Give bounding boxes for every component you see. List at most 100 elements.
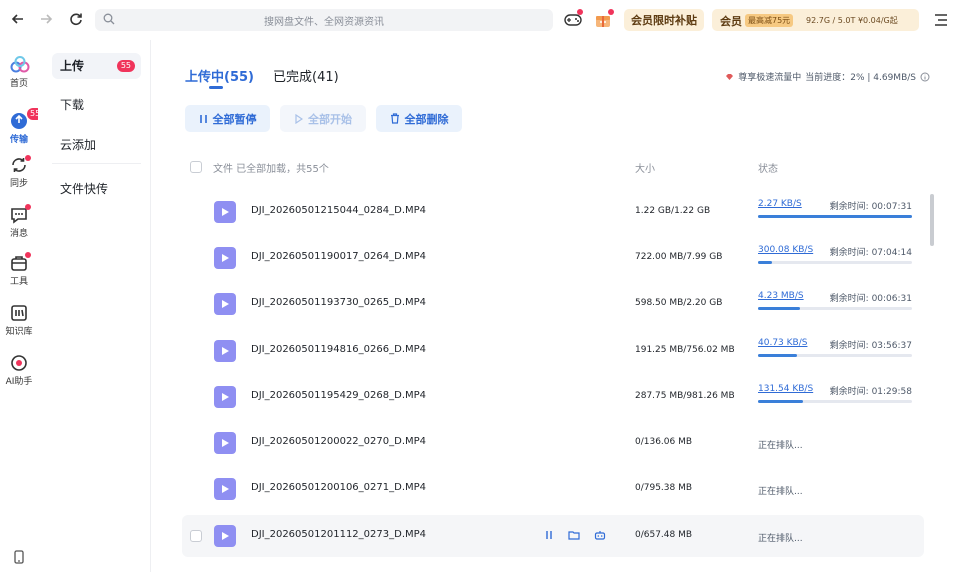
column-status-header: 状态 — [758, 164, 778, 175]
rail-item-tools[interactable]: 工具 — [0, 252, 38, 287]
file-size: 598.50 MB/2.20 GB — [635, 298, 723, 308]
home-cloud-icon — [10, 56, 30, 73]
video-file-icon — [214, 340, 236, 362]
table-row[interactable]: DJI_20260501200022_0270_D.MP4 0/136.06 M… — [182, 422, 924, 464]
top-bar: 搜网盘文件、全网资源资讯 会员限时补贴 会员 最高减75元 92.7G / 5.… — [0, 0, 964, 40]
rail-item-device[interactable] — [0, 550, 38, 568]
rail-item-knowledge[interactable]: 知识库 — [0, 304, 38, 337]
table-row[interactable]: DJI_20260501190017_0264_D.MP4 722.00 MB/… — [182, 237, 924, 279]
start-all-button[interactable]: 全部开始 — [280, 105, 366, 132]
select-all-checkbox[interactable] — [190, 161, 202, 173]
tab-uploading[interactable]: 上传中(55) — [185, 66, 254, 85]
arrow-left-icon — [11, 14, 23, 24]
sidebar-item-label: 下载 — [60, 98, 85, 112]
play-icon — [295, 113, 303, 124]
upload-speed: 40.73 KB/S — [758, 338, 808, 348]
rail-label: AI助手 — [5, 377, 33, 387]
gift-button[interactable] — [592, 9, 614, 31]
table-row[interactable]: DJI_20260501215044_0284_D.MP4 1.22 GB/1.… — [182, 191, 924, 233]
refresh-icon — [70, 13, 82, 26]
rail-item-home[interactable]: 首页 — [0, 56, 38, 89]
table-row[interactable]: DJI_20260501195429_0268_D.MP4 287.75 MB/… — [182, 376, 924, 418]
file-size: 191.25 MB/756.02 MB — [635, 345, 735, 355]
notification-dot — [25, 252, 31, 258]
upload-speed-status: 尊享极速流量中 当前进度：2% | 4.69MB/S — [725, 70, 930, 83]
time-remaining: 剩余时间: 07:04:14 — [829, 248, 912, 258]
left-rail: 首页 55 传输 同步 消息 工具 知识库 AI助手 — [0, 40, 44, 572]
sidebar-item-upload[interactable]: 上传 55 — [52, 53, 141, 79]
time-remaining: 剩余时间: 01:29:58 — [829, 387, 912, 397]
speed-mode-text: 尊享极速流量中 — [738, 73, 802, 83]
forward-button[interactable] — [36, 9, 56, 29]
main-panel: 上传中(55) 已完成(41) 尊享极速流量中 当前进度：2% | 4.69MB… — [152, 40, 964, 572]
progress-bar — [758, 261, 912, 264]
video-file-icon — [214, 525, 236, 547]
menu-button[interactable] — [930, 9, 952, 31]
progress-bar — [758, 400, 912, 403]
notification-dot — [608, 9, 614, 15]
search-input[interactable]: 搜网盘文件、全网资源资讯 — [95, 9, 553, 31]
file-size: 0/795.38 MB — [635, 483, 693, 493]
file-name: DJI_20260501193730_0265_D.MP4 — [251, 297, 427, 308]
row-checkbox[interactable] — [190, 530, 202, 542]
sidebar-item-download[interactable]: 下载 — [52, 92, 141, 118]
queued-status: 正在排队... — [758, 534, 803, 544]
progress-text: 当前进度：2% | 4.69MB/S — [805, 73, 916, 83]
file-size: 0/657.48 MB — [635, 530, 693, 540]
upload-speed: 2.27 KB/S — [758, 199, 802, 209]
vip-status-button[interactable]: 会员 最高减75元 92.7G / 5.0T ¥0.04/G起 — [712, 9, 919, 31]
storage-quota: 92.7G / 5.0T ¥0.04/G起 — [806, 16, 898, 25]
upload-count-badge: 55 — [116, 60, 135, 72]
table-row[interactable]: DJI_20260501193730_0265_D.MP4 598.50 MB/… — [182, 283, 924, 325]
menu-icon — [935, 14, 947, 26]
file-size: 1.22 GB/1.22 GB — [635, 206, 711, 216]
file-name: DJI_20260501194816_0266_D.MP4 — [251, 344, 427, 355]
file-size: 0/136.06 MB — [635, 437, 693, 447]
start-all-label: 全部开始 — [308, 112, 352, 126]
upload-speed: 131.54 KB/S — [758, 384, 814, 394]
upload-speed: 4.23 MB/S — [758, 291, 804, 301]
list-scrollbar[interactable] — [930, 194, 934, 246]
progress-bar — [758, 215, 912, 218]
rail-label: 同步 — [9, 179, 28, 189]
delete-all-label: 全部删除 — [404, 112, 449, 126]
table-row[interactable]: DJI_20260501201112_0273_D.MP4 0/657.48 M… — [182, 515, 924, 557]
refresh-button[interactable] — [66, 9, 86, 29]
rail-item-sync[interactable]: 同步 — [0, 155, 38, 189]
vip-label: 会员 — [720, 15, 742, 28]
search-placeholder: 搜网盘文件、全网资源资讯 — [264, 17, 384, 28]
time-remaining: 剩余时间: 03:56:37 — [829, 341, 912, 351]
sidebar-item-label: 云添加 — [60, 138, 97, 152]
trash-icon — [390, 113, 399, 124]
table-row[interactable]: DJI_20260501200106_0271_D.MP4 0/795.38 M… — [182, 468, 924, 510]
info-icon[interactable] — [920, 72, 930, 82]
delete-all-button[interactable]: 全部删除 — [376, 105, 462, 132]
progress-fill — [758, 307, 800, 310]
video-file-icon — [214, 478, 236, 500]
sidebar-item-cloud-add[interactable]: 云添加 — [52, 132, 141, 158]
pause-all-button[interactable]: 全部暂停 — [185, 105, 270, 132]
table-row[interactable]: DJI_20260501194816_0266_D.MP4 191.25 MB/… — [182, 330, 924, 372]
folder-icon[interactable] — [568, 529, 580, 541]
file-name: DJI_20260501195429_0268_D.MP4 — [251, 390, 427, 401]
robot-icon[interactable] — [594, 529, 606, 541]
vip-promo-button[interactable]: 会员限时补贴 — [624, 9, 704, 31]
rail-item-messages[interactable]: 消息 — [0, 204, 38, 239]
file-name: DJI_20260501215044_0284_D.MP4 — [251, 205, 427, 216]
active-tab-indicator — [209, 86, 223, 89]
rail-item-ai-assistant[interactable]: AI助手 — [0, 354, 38, 387]
time-remaining: 剩余时间: 00:07:31 — [829, 202, 912, 212]
video-file-icon — [214, 293, 236, 315]
game-button[interactable] — [562, 9, 584, 31]
rail-item-transfer[interactable]: 55 传输 — [0, 108, 44, 145]
sidebar-item-label: 文件快传 — [60, 182, 109, 196]
sidebar-item-quick-transfer[interactable]: 文件快传 — [52, 176, 141, 202]
file-size: 722.00 MB/7.99 GB — [635, 252, 723, 262]
back-button[interactable] — [8, 9, 28, 29]
column-size-header: 大小 — [635, 164, 655, 175]
arrow-right-icon — [41, 14, 53, 24]
tab-completed[interactable]: 已完成(41) — [273, 66, 339, 85]
file-name: DJI_20260501190017_0264_D.MP4 — [251, 251, 427, 262]
file-name: DJI_20260501200022_0270_D.MP4 — [251, 436, 427, 447]
pause-icon[interactable] — [544, 529, 554, 541]
